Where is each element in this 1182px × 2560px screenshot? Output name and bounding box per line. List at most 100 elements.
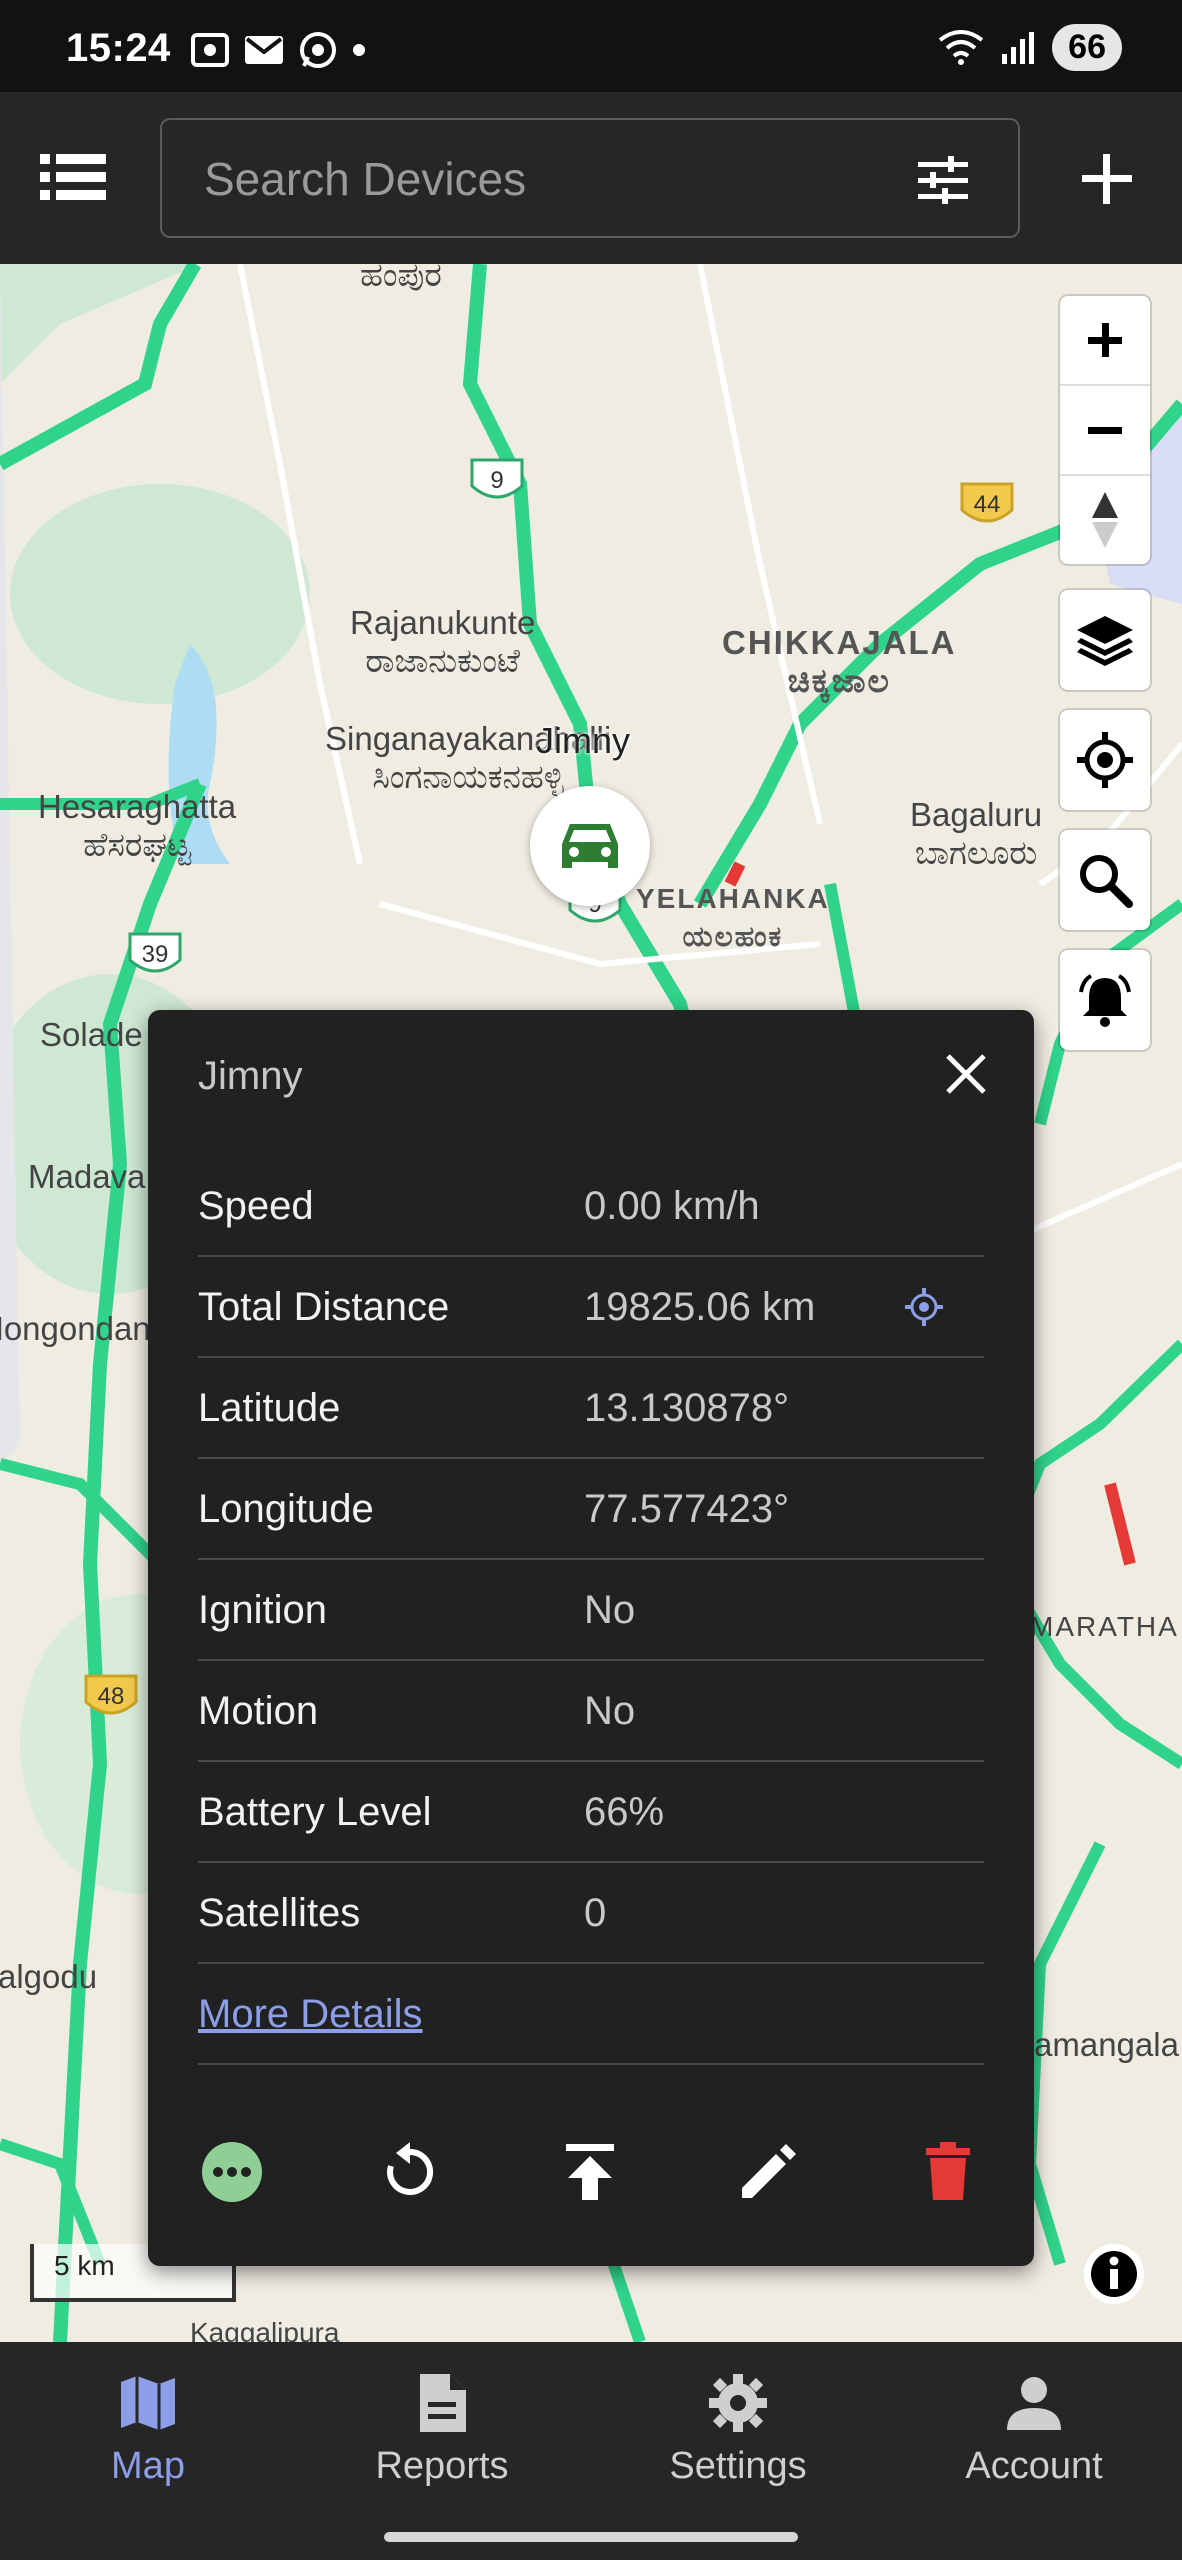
nav-reports[interactable]: Reports (322, 2372, 562, 2488)
layers-button[interactable] (1060, 590, 1150, 690)
attribution-button[interactable] (1084, 2244, 1144, 2304)
map-label-rajanukunte: Rajanukunte ರಾಜಾನುಕುಂಟೆ (350, 604, 535, 680)
yelahanka-kn: ಯಲಹಂಕ (682, 921, 784, 952)
description-icon (420, 2374, 466, 2432)
device-card-title: Jimny (198, 1054, 303, 1098)
close-card-button[interactable] (942, 1050, 990, 1098)
shield-39-text: 39 (142, 941, 169, 968)
nav-account-label: Account (965, 2445, 1103, 2487)
shield-9-text: 9 (490, 467, 503, 494)
home-indicator[interactable] (384, 2532, 798, 2542)
highway-shield-9: 9 (470, 458, 524, 499)
accumulators-button[interactable] (904, 1287, 944, 1327)
compass-icon (1092, 492, 1118, 548)
map-search-button[interactable] (1060, 830, 1150, 930)
attr-key: Ignition (198, 1588, 327, 1632)
map-icon (121, 2376, 175, 2430)
zoom-out-button[interactable] (1060, 386, 1150, 476)
wifi-icon (938, 29, 984, 65)
map-label-top: ಹಂಪುರ (360, 264, 442, 293)
attr-row-ignition: Ignition No (198, 1560, 984, 1661)
attr-value: No (584, 1588, 636, 1632)
yelahanka-en: YELAHANKA (636, 883, 830, 914)
search-icon (1080, 855, 1133, 908)
person-icon (1007, 2377, 1061, 2430)
attr-key: Battery Level (198, 1790, 432, 1834)
locate-button[interactable] (1060, 710, 1150, 810)
attr-value: 13.130878° (584, 1386, 790, 1430)
list-icon (40, 154, 106, 200)
nav-map-label: Map (111, 2445, 185, 2487)
replay-button[interactable] (378, 2140, 442, 2204)
minus-icon (1088, 427, 1122, 434)
chikkajala-kn: ಚಿಕ್ಕಜಾಲ (787, 662, 891, 699)
map-label-bagaluru: Bagaluru ಬಾಗಲೂರು (910, 796, 1042, 872)
map-label-solade: Solade (40, 1016, 143, 1053)
add-device-button[interactable] (1080, 152, 1134, 206)
bagaluru-kn: ಬಾಗಲೂರು (914, 834, 1038, 871)
delete-icon (926, 2142, 970, 2200)
attr-key: Latitude (198, 1386, 341, 1430)
hesaraghatta-kn: ಹೆಸರಘಟ್ಟ (83, 826, 192, 863)
plus-icon (1082, 154, 1132, 204)
highway-shield-39: 39 (128, 932, 182, 973)
nav-account[interactable]: Account (914, 2372, 1154, 2488)
edit-icon (742, 2144, 796, 2198)
attr-value: No (584, 1689, 636, 1733)
attr-row-motion: Motion No (198, 1661, 984, 1762)
dot-icon (353, 44, 365, 56)
filter-button[interactable] (918, 156, 968, 204)
delete-device-button[interactable] (916, 2140, 980, 2204)
attr-key: Total Distance (198, 1285, 450, 1329)
battery-indicator: 66 (1052, 24, 1122, 71)
attr-row-longitude: Longitude 77.577423° (198, 1459, 984, 1560)
attr-row-speed: Speed 0.00 km/h (198, 1156, 984, 1257)
map-label-marathahalli: MARATHA (1030, 1611, 1179, 1642)
layers-icon (1077, 616, 1133, 666)
tune-icon (918, 156, 968, 204)
chikkajala-en: CHIKKAJALA (722, 624, 957, 661)
more-details-row: More Details (198, 1964, 984, 2065)
nav-settings[interactable]: Settings (618, 2372, 858, 2488)
attr-key: Satellites (198, 1891, 361, 1935)
gear-icon (709, 2374, 767, 2432)
zoom-in-button[interactable] (1060, 296, 1150, 386)
map-label-hongondan: Hongondan (0, 1310, 151, 1347)
nav-map[interactable]: Map (28, 2372, 268, 2488)
hesaraghatta-en: Hesaraghatta (38, 788, 237, 825)
status-bar: 15:24 66 (0, 0, 1182, 92)
settings-icon (905, 1288, 943, 1326)
attr-value: 19825.06 km (584, 1285, 816, 1329)
app-bar (0, 92, 1182, 264)
map-label-kaggalipura: Kaggalipura (190, 2317, 340, 2342)
shield-44-text: 44 (974, 491, 1001, 518)
edit-device-button[interactable] (736, 2140, 800, 2204)
notification-icons (190, 30, 366, 70)
alerts-button[interactable] (1060, 950, 1150, 1050)
more-actions-button[interactable] (200, 2140, 264, 2204)
more-horiz-icon (202, 2142, 262, 2202)
attr-row-satellites: Satellites 0 (198, 1863, 984, 1964)
zoom-controls (1060, 296, 1150, 564)
close-icon (946, 1054, 986, 1094)
device-list-button[interactable] (40, 152, 106, 202)
more-details-link[interactable]: More Details (198, 1992, 423, 2037)
bell-icon (1079, 974, 1131, 1027)
bottom-navigation: Map Reports Settings Account (0, 2342, 1182, 2560)
device-actions (148, 2120, 1034, 2220)
send-command-button[interactable] (558, 2140, 622, 2204)
system-icons: 66 (938, 24, 1122, 71)
status-time: 15:24 (66, 26, 171, 70)
compass-button[interactable] (1060, 476, 1150, 564)
search-input[interactable] (202, 148, 886, 210)
attr-key: Speed (198, 1184, 314, 1228)
device-marker[interactable] (530, 786, 650, 906)
attr-row-total-distance: Total Distance 19825.06 km (198, 1257, 984, 1358)
highway-shield-48: 48 (84, 1674, 138, 1715)
search-box (160, 118, 1020, 238)
nav-settings-label: Settings (669, 2445, 807, 2487)
rajanukunte-kn: ರಾಜಾನುಕುಂಟೆ (365, 642, 520, 679)
bagaluru-en: Bagaluru (910, 796, 1043, 833)
publish-icon (566, 2144, 614, 2200)
attr-row-latitude: Latitude 13.130878° (198, 1358, 984, 1459)
